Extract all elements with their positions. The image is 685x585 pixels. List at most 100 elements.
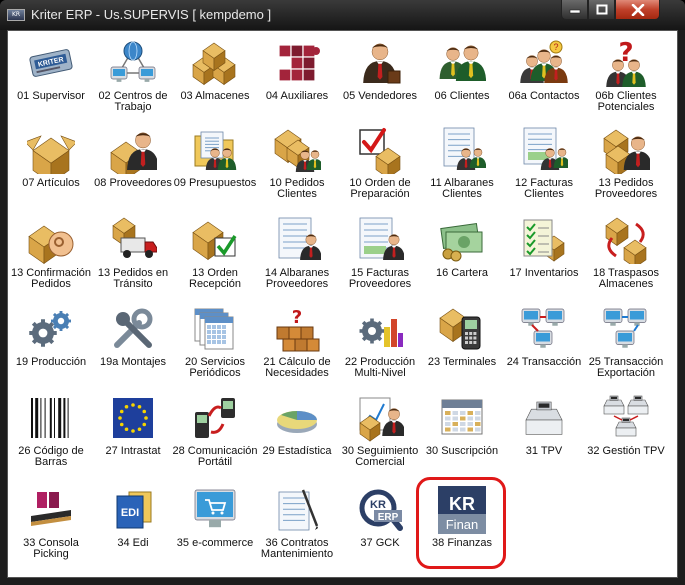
module-label: 27 Intrastat bbox=[105, 445, 161, 457]
folder-people-icon bbox=[194, 131, 237, 170]
edi-folder-icon: EDI bbox=[116, 491, 152, 529]
module-label: 30 Seguimiento Comercial bbox=[341, 445, 419, 468]
module-label: 14 Albaranes Proveedores bbox=[264, 267, 330, 290]
module-label: 18 Traspasos Almacenes bbox=[592, 267, 660, 290]
module-tile[interactable]: 11 Albaranes Clientes bbox=[421, 122, 503, 208]
question-person-icon: ? bbox=[606, 39, 646, 87]
module-tile[interactable]: 13 Orden Recepción bbox=[174, 212, 256, 298]
box-person-icon bbox=[110, 132, 157, 174]
money-icon bbox=[440, 223, 483, 262]
module-tile[interactable]: 04 Auxiliares bbox=[256, 35, 338, 121]
module-tile[interactable]: 10 Pedidos Clientes bbox=[256, 122, 338, 208]
module-tile[interactable]: KR ERP 37 GCK bbox=[339, 482, 421, 568]
module-label: 36 Contratos Mantenimiento bbox=[260, 537, 334, 560]
blocks-question-icon: ? bbox=[276, 307, 320, 352]
module-tile[interactable]: 35 e-commerce bbox=[174, 482, 256, 568]
module-label: 25 Transacción Exportación bbox=[588, 356, 664, 379]
title-bar[interactable]: KR Kriter ERP - Us.SUPERVIS [ kempdemo ] bbox=[0, 0, 685, 30]
phone-sync-icon bbox=[195, 398, 235, 438]
svg-text:EDI: EDI bbox=[121, 507, 139, 519]
module-tile[interactable]: 25 Transacción Exportación bbox=[585, 301, 667, 387]
module-tile[interactable]: 12 Facturas Clientes bbox=[503, 122, 585, 208]
app-icon[interactable]: KR bbox=[7, 9, 25, 21]
tools-icon bbox=[114, 308, 153, 348]
module-label: 10 Pedidos Clientes bbox=[269, 177, 325, 200]
module-tile[interactable]: 31 TPV bbox=[503, 390, 585, 476]
module-label: 13 Pedidos en Tránsito bbox=[97, 267, 169, 290]
window-title: Kriter ERP - Us.SUPERVIS [ kempdemo ] bbox=[31, 7, 272, 22]
module-label: 05 Vendedores bbox=[342, 90, 417, 102]
module-tile[interactable]: 33 Consola Picking bbox=[10, 482, 92, 568]
module-tile[interactable]: 36 Contratos Mantenimiento bbox=[256, 482, 338, 568]
module-label: 32 Gestión TPV bbox=[587, 445, 665, 457]
module-label: 09 Presupuestos bbox=[173, 177, 257, 189]
module-tile[interactable]: 19 Producción bbox=[10, 301, 92, 387]
app-window: KR Kriter ERP - Us.SUPERVIS [ kempdemo ]… bbox=[0, 0, 685, 585]
module-tile[interactable]: 16 Cartera bbox=[421, 212, 503, 298]
badge-icon: KRITER bbox=[29, 49, 73, 77]
module-tile[interactable]: EDI 34 Edi bbox=[92, 482, 174, 568]
minimize-button[interactable] bbox=[561, 0, 588, 20]
module-tile[interactable]: 13 Confirmación Pedidos bbox=[10, 212, 92, 298]
module-tile[interactable]: 07 Artículos bbox=[10, 122, 92, 208]
module-tile[interactable]: 22 Producción Multi-Nivel bbox=[339, 301, 421, 387]
module-tile[interactable]: KRITER 01 Supervisor bbox=[10, 35, 92, 121]
module-tile[interactable]: 08 Proveedores bbox=[92, 122, 174, 208]
module-tile[interactable]: 15 Facturas Proveedores bbox=[339, 212, 421, 298]
svg-text:ERP: ERP bbox=[378, 512, 399, 523]
open-box-icon bbox=[27, 135, 75, 174]
maximize-button[interactable] bbox=[588, 0, 615, 20]
module-tile[interactable]: 02 Centros de Trabajo bbox=[92, 35, 174, 121]
module-tile[interactable]: 05 Vendedores bbox=[339, 35, 421, 121]
module-tile[interactable]: ? 21 Cálculo de Necesidades bbox=[256, 301, 338, 387]
module-label: 37 GCK bbox=[360, 537, 400, 549]
module-tile[interactable]: ? 06a Contactos bbox=[503, 35, 585, 121]
module-tile[interactable]: ? 06b Clientes Potenciales bbox=[585, 35, 667, 121]
module-tile[interactable]: 09 Presupuestos bbox=[174, 122, 256, 208]
module-tile[interactable]: 23 Terminales bbox=[421, 301, 503, 387]
transfer-boxes-icon bbox=[605, 217, 647, 264]
calendar-grid-icon bbox=[441, 399, 483, 435]
module-tile[interactable]: KR Finan 38 Finanzas bbox=[421, 482, 503, 568]
module-tile[interactable]: 30 Seguimiento Comercial bbox=[339, 390, 421, 476]
module-tile[interactable]: 26 Código de Barras bbox=[10, 390, 92, 476]
module-label: 06 Clientes bbox=[434, 90, 490, 102]
box-check-icon bbox=[192, 221, 237, 261]
clients-icon bbox=[439, 45, 486, 81]
svg-text:?: ? bbox=[553, 42, 558, 52]
chart-person-icon bbox=[359, 397, 404, 442]
barcode-icon bbox=[31, 398, 69, 438]
module-tile[interactable]: 13 Pedidos en Tránsito bbox=[92, 212, 174, 298]
module-tile[interactable]: 19a Montajes bbox=[92, 301, 174, 387]
svg-text:Finan: Finan bbox=[446, 517, 479, 532]
module-tile[interactable]: 18 Traspasos Almacenes bbox=[585, 212, 667, 298]
module-tile[interactable]: 06 Clientes bbox=[421, 35, 503, 121]
kr-erp-icon: KR ERP bbox=[359, 489, 403, 531]
module-tile[interactable]: 13 Pedidos Proveedores bbox=[585, 122, 667, 208]
module-label: 31 TPV bbox=[525, 445, 563, 457]
module-tile[interactable]: 17 Inventarios bbox=[503, 212, 585, 298]
module-tile[interactable]: 20 Servicios Periódicos bbox=[174, 301, 256, 387]
truck-icon bbox=[112, 217, 157, 258]
module-tile[interactable]: 03 Almacenes bbox=[174, 35, 256, 121]
module-tile[interactable]: 10 Orden de Preparación bbox=[339, 122, 421, 208]
module-tile[interactable]: 32 Gestión TPV bbox=[585, 390, 667, 476]
module-tile[interactable]: 30 Suscripción bbox=[421, 390, 503, 476]
module-tile[interactable]: 27 Intrastat bbox=[92, 390, 174, 476]
module-label: 28 Comunicación Portátil bbox=[172, 445, 258, 468]
module-label: 17 Inventarios bbox=[509, 267, 579, 279]
module-tile[interactable]: 28 Comunicación Portátil bbox=[173, 390, 258, 476]
boxes-person-icon bbox=[603, 129, 650, 174]
module-label: 23 Terminales bbox=[427, 356, 497, 368]
module-label: 13 Pedidos Proveedores bbox=[594, 177, 658, 200]
module-label: 06a Contactos bbox=[508, 90, 580, 102]
module-tile[interactable]: 29 Estadística bbox=[256, 390, 338, 476]
module-tile[interactable]: 24 Transacción bbox=[503, 301, 585, 387]
computers-icon bbox=[521, 308, 565, 348]
computers-export-icon bbox=[603, 308, 647, 348]
document-people-icon bbox=[443, 127, 486, 170]
module-tile[interactable]: 14 Albaranes Proveedores bbox=[256, 212, 338, 298]
svg-text:?: ? bbox=[292, 307, 302, 328]
module-label: 13 Confirmación Pedidos bbox=[10, 267, 92, 290]
close-button[interactable] bbox=[615, 0, 660, 20]
